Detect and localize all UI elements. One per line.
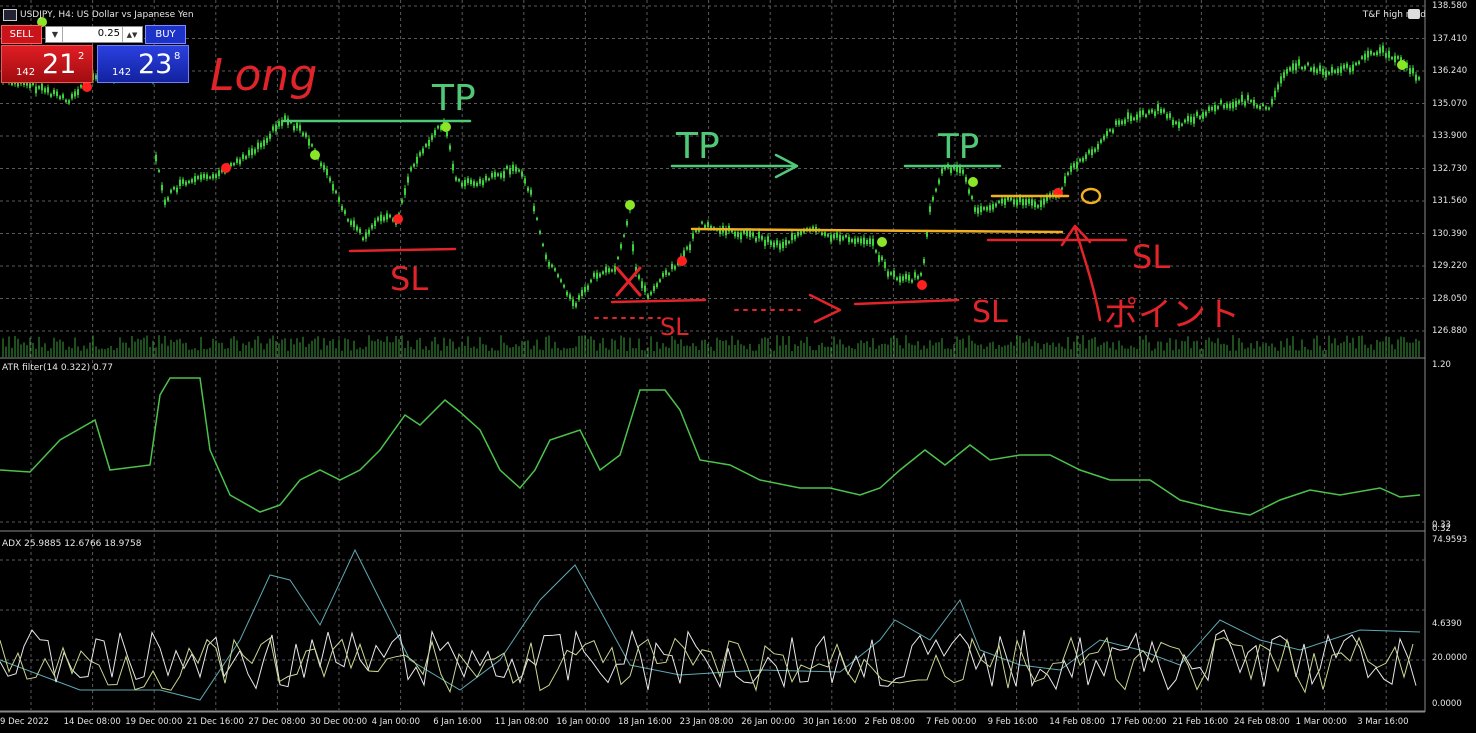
atr-axis-top: 1.20 [1432,360,1451,370]
price-axis-label: 137.410 [1432,33,1468,44]
sell-signal-dot [677,256,687,266]
sell-price-prefix: 142 [16,67,36,78]
orange-circle [1080,187,1102,205]
time-axis-label: 18 Jan 16:00 [618,717,672,727]
price-axis-label: 136.240 [1432,66,1468,76]
price-axis-label: 138.580 [1432,1,1468,11]
sell-signal-dot [393,214,403,224]
lot-size-value: 0.25 [97,28,120,39]
buy-signal-dot [968,177,978,187]
price-axis-label: 132.730 [1432,163,1468,174]
sl-line-3 [853,298,960,306]
time-axis-label: 14 Feb 08:00 [1049,717,1105,727]
buy-price-quote[interactable]: 142 23 8 [97,45,189,83]
time-axis-label: 4 Jan 00:00 [371,717,421,727]
time-axis-label: 9 Dec 2022 [0,717,49,727]
annotation-layer [281,119,1128,324]
price-axis-label: 130.390 [1432,228,1468,239]
buy-price-sup: 8 [174,51,181,62]
sl-line-1 [348,247,457,253]
price-axis-label: 126.880 [1432,326,1468,336]
buy-signal-dot [625,200,635,210]
sell-price-sup: 2 [78,51,85,62]
buy-signal-dot [877,237,887,247]
price-candles [2,42,1420,310]
time-axis-label: 6 Jan 16:00 [433,717,482,727]
price-axis-label: 131.560 [1432,196,1468,206]
buy-signal-dot [1397,60,1407,70]
sell-signal-dot [221,163,231,173]
time-axis-label: 27 Dec 08:00 [248,717,306,727]
adx-axis-mid: 20.0000 [1432,653,1468,663]
time-axis-label: 30 Jan 16:00 [802,717,857,727]
sell-signal-dot [917,280,927,290]
symbol-title: USDJPY, H4: US Dollar vs Japanese Yen [20,10,194,20]
time-axis-label: 30 Dec 00:00 [310,717,368,727]
atr-title: ATR filter(14 0.322) 0.77 [2,363,114,373]
time-axis-label: 9 Feb 16:00 [987,717,1038,727]
sell-price-quote[interactable]: 142 21 2 [1,45,93,83]
buy-price-prefix: 142 [112,67,132,78]
chart-window[interactable]: USDJPY, H4: US Dollar vs Japanese Yen T&… [0,0,1476,733]
time-axis-label: 21 Dec 16:00 [186,717,244,727]
buy-price-big: 23 [138,49,173,80]
x-mark [615,266,642,297]
time-axis-label: 7 Feb 00:00 [926,717,977,727]
adx-axis-bottom: 0.0000 [1432,699,1462,709]
sl-arrow [808,293,842,324]
sl-line-2 [610,298,707,304]
buy-button[interactable]: BUY [145,25,186,44]
chart-grid [0,0,1426,713]
one-click-trading-panel: SELL ▼ 0.25 ▲▼ BUY 142 21 2 142 23 8 [1,25,189,83]
lot-size-input[interactable]: ▼ 0.25 ▲▼ [45,26,143,43]
time-axis-label: 16 Jan 00:00 [556,717,611,727]
tp-arrow [670,153,799,179]
time-axis-label: 1 Mar 00:00 [1295,717,1347,727]
adx-title: ADX 25.9885 12.6766 18.9758 [2,539,142,549]
sl-dotted [594,309,801,319]
adx-main-line [0,548,1421,701]
time-axis-label: 2 Feb 08:00 [864,717,915,727]
atr-axis-bottom2: 0.32 [1432,524,1451,534]
time-axis-label: 11 Jan 08:00 [494,717,549,727]
lot-dropdown-icon[interactable]: ▼ [48,27,63,42]
price-axis-label: 128.050 [1432,293,1468,304]
adx-axis-mid2: 4.6390 [1432,619,1462,629]
atr-line [0,377,1421,516]
time-axis-label: 26 Jan 00:00 [741,717,796,727]
ea-hat-icon [1408,9,1420,19]
price-axis-label: 135.070 [1432,98,1468,109]
adx-indicator [0,548,1421,701]
time-axis-label: 21 Feb 16:00 [1172,717,1229,727]
atr-indicator [0,377,1421,516]
buy-signal-dot [310,150,320,160]
sell-button[interactable]: SELL [1,25,42,44]
time-axis-label: 19 Dec 00:00 [125,717,183,727]
time-axis-label: 24 Feb 08:00 [1234,717,1290,727]
time-axis-label: 17 Feb 00:00 [1110,717,1167,727]
price-axis-label: 129.220 [1432,261,1468,271]
time-axis-label: 3 Mar 16:00 [1357,717,1409,727]
price-axis-label: 133.900 [1432,131,1468,141]
sell-signal-dot [82,82,92,92]
adx-axis-top: 74.9593 [1432,535,1468,545]
time-axis-label: 23 Jan 08:00 [679,717,734,727]
sell-price-big: 21 [42,49,77,80]
chart-window-icon [3,9,17,21]
buy-signal-dot [441,122,451,132]
time-axis-label: 14 Dec 08:00 [63,717,121,727]
chart-canvas[interactable] [0,0,1476,733]
lot-spinner-icon[interactable]: ▲▼ [122,27,141,42]
